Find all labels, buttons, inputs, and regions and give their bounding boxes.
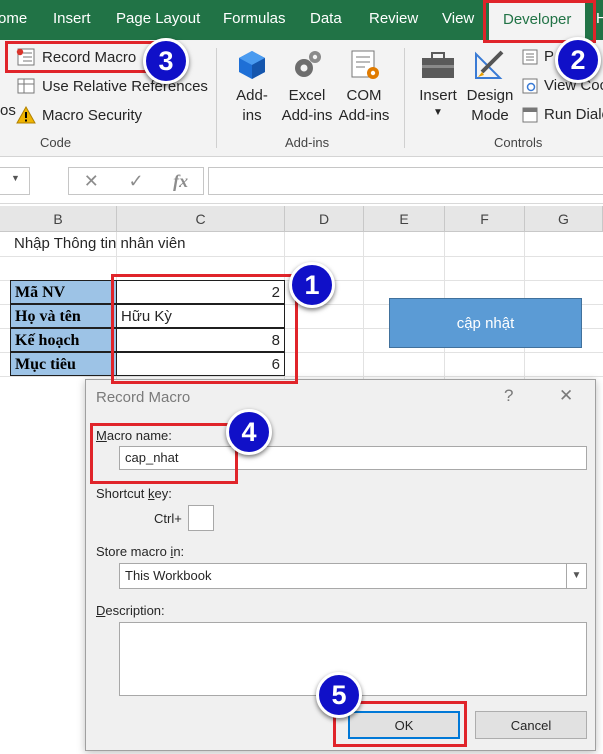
group-separator <box>404 48 405 148</box>
cancel-icon[interactable]: ✕ <box>84 171 99 192</box>
column-header-b[interactable]: B <box>0 206 117 232</box>
column-header-c[interactable]: C <box>117 206 285 232</box>
step-badge-2: 2 <box>555 37 601 83</box>
description-label: Description: <box>96 603 165 618</box>
shortcut-key-label: Shortcut key: <box>96 486 172 501</box>
add-ins-cube-icon <box>239 51 265 79</box>
add-ins-button[interactable]: Add- ins <box>228 48 276 126</box>
column-header-d[interactable]: D <box>285 206 364 232</box>
store-macro-value: This Workbook <box>125 568 212 583</box>
store-macro-select[interactable]: This Workbook ▼ <box>119 563 587 589</box>
run-dialog-label: Run Dialo <box>544 106 603 123</box>
shortcut-key-input[interactable] <box>188 505 214 531</box>
gear-icon <box>295 51 321 77</box>
toolbox-icon <box>422 52 454 78</box>
label-cell-ke-hoach[interactable]: Kế hoạch <box>10 328 117 352</box>
formula-input[interactable] <box>208 167 603 195</box>
tab-home[interactable]: ome <box>0 10 27 27</box>
label-cell-ho-va-ten[interactable]: Họ và tên <box>10 304 117 328</box>
macro-security-button[interactable]: Macro Security <box>16 106 142 124</box>
excel-add-ins-line2: Add-ins <box>281 107 333 124</box>
highlight-record-macro <box>5 41 163 73</box>
column-header-f[interactable]: F <box>445 206 525 232</box>
insert-controls-button[interactable]: Insert ▼ <box>414 48 462 120</box>
gridline <box>0 376 603 377</box>
chevron-down-icon: ▼ <box>433 107 443 118</box>
step-badge-1: 1 <box>289 262 335 308</box>
store-macro-label: Store macro in: <box>96 544 185 559</box>
run-dialog-button[interactable]: Run Dialo <box>522 106 603 123</box>
relative-references-icon <box>17 78 35 94</box>
macros-cut-label: os <box>0 102 16 119</box>
tab-data[interactable]: Data <box>310 10 342 27</box>
tab-page-layout[interactable]: Page Layout <box>116 10 200 27</box>
step-badge-4: 4 <box>226 409 272 455</box>
add-ins-group-label: Add-ins <box>285 135 330 150</box>
name-box[interactable]: ▼ <box>0 167 30 195</box>
group-separator <box>216 48 217 148</box>
label-cell-muc-tieu[interactable]: Mục tiêu <box>10 352 117 376</box>
step-badge-5: 5 <box>316 672 362 718</box>
tab-review[interactable]: Review <box>369 10 418 27</box>
com-add-ins-line2: Add-ins <box>338 107 390 124</box>
tab-help[interactable]: H <box>596 10 603 27</box>
help-icon[interactable]: ? <box>504 386 513 406</box>
properties-label: P <box>544 48 555 65</box>
macro-security-label: Macro Security <box>42 106 143 124</box>
gridline <box>0 256 603 257</box>
column-header-e[interactable]: E <box>364 206 445 232</box>
com-add-ins-line1: COM <box>346 87 382 104</box>
tab-formulas[interactable]: Formulas <box>223 10 286 27</box>
view-code-button[interactable]: View Coc <box>522 77 603 94</box>
ctrl-label: Ctrl+ <box>154 511 182 526</box>
design-mode-icon <box>475 50 504 79</box>
controls-group-label: Controls <box>494 135 543 150</box>
design-mode-line1: Design <box>466 87 514 104</box>
view-code-icon <box>522 78 538 93</box>
run-dialog-icon <box>522 107 538 122</box>
update-button[interactable]: cập nhật <box>389 298 582 348</box>
gridline <box>363 232 364 382</box>
column-header-g[interactable]: G <box>525 206 603 232</box>
sheet-title-cell[interactable]: Nhập Thông tin nhân viên <box>10 232 190 256</box>
excel-add-ins-button[interactable]: Excel Add-ins <box>278 48 336 126</box>
add-ins-line1: Add- <box>236 87 268 104</box>
highlight-macro-name <box>90 423 238 484</box>
com-add-ins-button[interactable]: COM Add-ins <box>336 48 392 126</box>
design-mode-button[interactable]: Design Mode <box>464 48 516 126</box>
insert-controls-label: Insert <box>419 87 457 104</box>
com-add-ins-icon <box>351 50 379 79</box>
excel-add-ins-line1: Excel <box>288 87 326 104</box>
formula-buttons: ✕ ✓ fx <box>68 167 204 195</box>
warning-icon <box>16 106 36 124</box>
design-mode-line2: Mode <box>471 107 509 124</box>
chevron-down-icon[interactable]: ▼ <box>566 564 586 588</box>
formula-bar: ▼ ✕ ✓ fx <box>0 158 603 204</box>
dialog-title: Record Macro <box>96 389 191 406</box>
tab-insert[interactable]: Insert <box>53 10 91 27</box>
properties-button[interactable]: P <box>522 48 554 65</box>
code-group-label: Code <box>40 135 72 150</box>
label-cell-ma-nv[interactable]: Mã NV <box>10 280 117 304</box>
relative-references-label: Use Relative References <box>42 77 208 95</box>
highlight-data-cells <box>111 274 298 384</box>
cancel-button[interactable]: Cancel <box>475 711 587 739</box>
close-icon[interactable]: ✕ <box>559 386 573 406</box>
add-ins-line2: ins <box>242 107 262 124</box>
chevron-down-icon[interactable]: ▼ <box>11 173 20 183</box>
step-badge-3: 3 <box>143 38 189 84</box>
properties-icon <box>522 49 538 64</box>
fx-icon[interactable]: fx <box>173 171 188 192</box>
enter-icon[interactable]: ✓ <box>128 171 143 192</box>
tab-view[interactable]: View <box>442 10 474 27</box>
